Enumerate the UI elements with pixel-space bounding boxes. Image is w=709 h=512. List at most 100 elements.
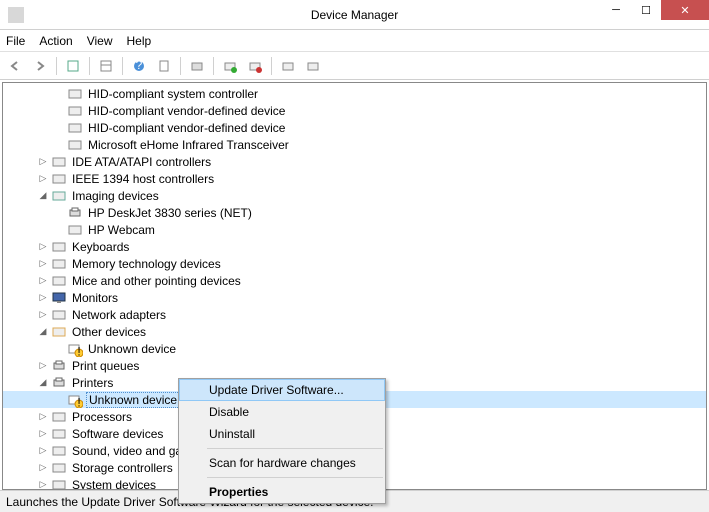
tree-node[interactable]: HP DeskJet 3830 series (NET) [3, 204, 706, 221]
tree-node[interactable]: Microsoft eHome Infrared Transceiver [3, 136, 706, 153]
uninstall-button[interactable] [244, 55, 266, 77]
expander-icon[interactable]: ▷ [37, 241, 49, 253]
context-menu-item[interactable]: Update Driver Software... [179, 379, 385, 401]
tree-node-label: HP DeskJet 3830 series (NET) [86, 206, 254, 220]
tree-node-label: IDE ATA/ATAPI controllers [70, 155, 213, 169]
tree-node-label: Unknown device [86, 392, 180, 408]
tree-node-label: Network adapters [70, 308, 168, 322]
tree-node-label: Storage controllers [70, 461, 175, 475]
warn-icon: ! [67, 341, 83, 357]
tree-node[interactable]: ▷Memory technology devices [3, 255, 706, 272]
expander-icon[interactable]: ▷ [37, 462, 49, 474]
expander-icon[interactable]: ▷ [37, 258, 49, 270]
svg-text:?: ? [136, 59, 143, 72]
tree-node[interactable]: ▷ IEEE 1394 host controllers [3, 170, 706, 187]
device-icon [67, 120, 83, 136]
monitor-icon [51, 290, 67, 306]
tree-node[interactable]: HID-compliant vendor-defined device [3, 102, 706, 119]
toolbar: ? [0, 52, 709, 80]
audio-icon [51, 443, 67, 459]
expander-icon[interactable] [53, 343, 65, 355]
menu-action[interactable]: Action [39, 34, 72, 48]
expander-icon[interactable] [53, 394, 65, 406]
device-icon [67, 137, 83, 153]
menu-help[interactable]: Help [127, 34, 152, 48]
tree-node[interactable]: ▷ Network adapters [3, 306, 706, 323]
cpu-icon [51, 409, 67, 425]
maximize-button[interactable]: ☐ [631, 0, 661, 20]
device-icon [67, 103, 83, 119]
minimize-button[interactable]: ─ [601, 0, 631, 20]
menu-file[interactable]: File [6, 34, 25, 48]
tree-node-label: IEEE 1394 host controllers [70, 172, 216, 186]
tree-node-label: Mice and other pointing devices [70, 274, 243, 288]
tree-node[interactable]: HID-compliant vendor-defined device [3, 119, 706, 136]
back-button[interactable] [4, 55, 26, 77]
printer-icon [67, 205, 83, 221]
tree-node[interactable]: ▷Monitors [3, 289, 706, 306]
system-icon [51, 477, 67, 490]
context-menu-item[interactable]: Scan for hardware changes [179, 452, 385, 474]
net-icon [51, 307, 67, 323]
close-button[interactable]: ✕ [661, 0, 709, 20]
printer-icon [51, 375, 67, 391]
tree-node[interactable]: ◢Other devices [3, 323, 706, 340]
forward-button[interactable] [29, 55, 51, 77]
expander-icon[interactable]: ▷ [37, 360, 49, 372]
tree-node-label: System devices [70, 478, 158, 490]
update-driver-button[interactable] [219, 55, 241, 77]
app-icon [8, 7, 24, 23]
sw-icon [51, 426, 67, 442]
tree-node-label: Printers [70, 376, 115, 390]
tree-node[interactable]: !Unknown device [3, 340, 706, 357]
disable-button[interactable] [277, 55, 299, 77]
menu-view[interactable]: View [87, 34, 113, 48]
show-hide-button[interactable] [62, 55, 84, 77]
tree-node-label: Unknown device [86, 342, 178, 356]
expander-icon[interactable] [53, 88, 65, 100]
expander-icon[interactable] [53, 207, 65, 219]
tree-node[interactable]: ▷ IDE ATA/ATAPI controllers [3, 153, 706, 170]
context-menu-item[interactable]: Disable [179, 401, 385, 423]
tree-node[interactable]: ◢Imaging devices [3, 187, 706, 204]
expander-icon[interactable]: ▷ [37, 428, 49, 440]
help-button[interactable]: ? [128, 55, 150, 77]
expander-icon[interactable] [53, 105, 65, 117]
tree-node[interactable]: HID-compliant system controller [3, 85, 706, 102]
context-menu-item[interactable]: Uninstall [179, 423, 385, 445]
tree-node-label: HP Webcam [86, 223, 157, 237]
device-icon [67, 86, 83, 102]
expander-icon[interactable]: ▷ [37, 411, 49, 423]
other-icon [51, 324, 67, 340]
expander-icon[interactable]: ▷ [37, 479, 49, 490]
expander-icon[interactable] [53, 139, 65, 151]
expander-icon[interactable]: ◢ [37, 326, 49, 338]
warn-icon: ! [67, 392, 83, 408]
enable-button[interactable] [302, 55, 324, 77]
expander-icon[interactable] [53, 224, 65, 236]
expander-icon[interactable]: ▷ [37, 156, 49, 168]
scan-button[interactable] [186, 55, 208, 77]
expander-icon[interactable]: ▷ [37, 173, 49, 185]
tree-node[interactable]: ▷ Mice and other pointing devices [3, 272, 706, 289]
tree-node[interactable]: ▷Print queues [3, 357, 706, 374]
expander-icon[interactable]: ▷ [37, 445, 49, 457]
tree-node-label: Keyboards [70, 240, 131, 254]
expander-icon[interactable]: ◢ [37, 190, 49, 202]
tree-node[interactable]: ▷ Keyboards [3, 238, 706, 255]
tree-node-label: HID-compliant vendor-defined device [86, 121, 287, 135]
imaging-icon [51, 188, 67, 204]
expander-icon[interactable] [53, 122, 65, 134]
expander-icon[interactable]: ▷ [37, 309, 49, 321]
context-menu-item[interactable]: Properties [179, 481, 385, 503]
menu-separator [207, 477, 383, 478]
expander-icon[interactable]: ▷ [37, 292, 49, 304]
tree-node-label: HID-compliant vendor-defined device [86, 104, 287, 118]
tree-node[interactable]: HP Webcam [3, 221, 706, 238]
titlebar: Device Manager ─ ☐ ✕ [0, 0, 709, 30]
expander-icon[interactable]: ▷ [37, 275, 49, 287]
view-button[interactable] [95, 55, 117, 77]
context-menu: Update Driver Software...DisableUninstal… [178, 378, 386, 504]
properties-button[interactable] [153, 55, 175, 77]
expander-icon[interactable]: ◢ [37, 377, 49, 389]
